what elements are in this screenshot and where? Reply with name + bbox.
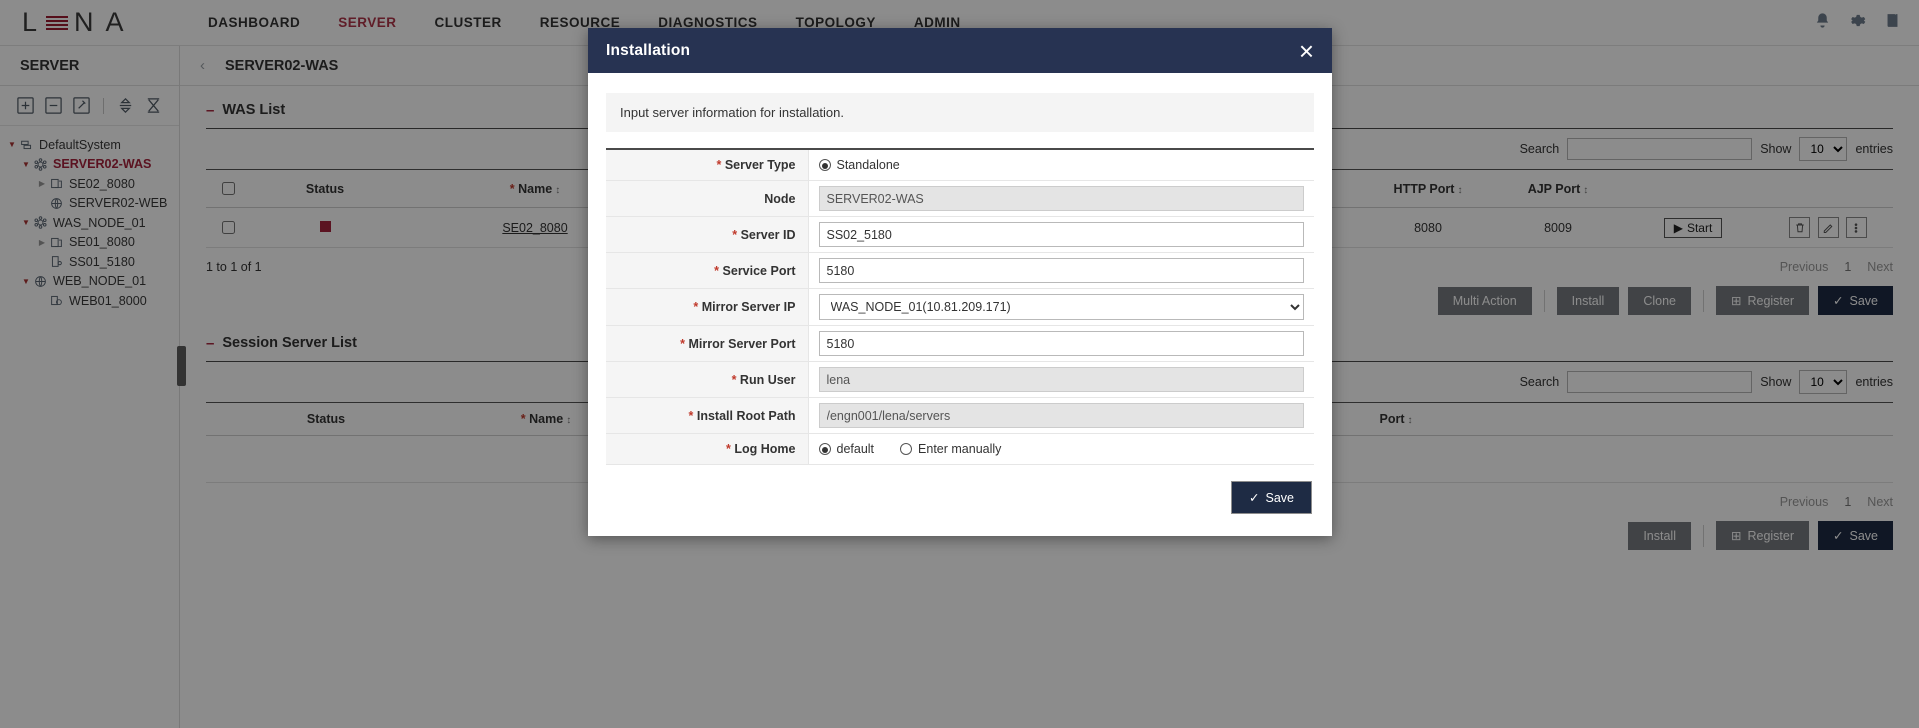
field-node xyxy=(808,181,1314,217)
label-server-id: * Server ID xyxy=(606,217,808,253)
radio-log-home-manual[interactable]: Enter manually xyxy=(900,442,1001,456)
form-row-service-port: * Service Port xyxy=(606,253,1314,289)
mirror-server-ip-select[interactable]: WAS_NODE_01(10.81.209.171) xyxy=(819,294,1305,320)
field-mirror-server-port xyxy=(808,326,1314,362)
dialog-body: Input server information for installatio… xyxy=(588,73,1332,536)
check-icon: ✓ xyxy=(1249,490,1259,505)
run-user-input xyxy=(819,367,1305,392)
label-mirror-server-ip: * Mirror Server IP xyxy=(606,289,808,326)
radio-on-icon xyxy=(819,443,831,455)
field-server-type: Standalone xyxy=(808,149,1314,181)
radio-standalone[interactable]: Standalone xyxy=(819,158,900,172)
label-install-root-path: * Install Root Path xyxy=(606,398,808,434)
dialog-instruction: Input server information for installatio… xyxy=(606,93,1314,132)
form-row-mirror-server-port: * Mirror Server Port xyxy=(606,326,1314,362)
field-mirror-server-ip: WAS_NODE_01(10.81.209.171) xyxy=(808,289,1314,326)
radio-log-home-default[interactable]: default xyxy=(819,442,875,456)
label-mirror-server-port: * Mirror Server Port xyxy=(606,326,808,362)
form-row-log-home: * Log Home default Enter manually xyxy=(606,434,1314,465)
form-row-node: Node xyxy=(606,181,1314,217)
close-icon[interactable]: × xyxy=(1299,38,1314,64)
field-server-id xyxy=(808,217,1314,253)
mirror-server-port-input[interactable] xyxy=(819,331,1305,356)
label-log-home: * Log Home xyxy=(606,434,808,465)
form-row-server-id: * Server ID xyxy=(606,217,1314,253)
form-row-run-user: * Run User xyxy=(606,362,1314,398)
form-row-mirror-server-ip: * Mirror Server IP WAS_NODE_01(10.81.209… xyxy=(606,289,1314,326)
dialog-header: Installation × xyxy=(588,28,1332,73)
install-root-path-input xyxy=(819,403,1305,428)
label-server-type: * Server Type xyxy=(606,149,808,181)
radio-off-icon xyxy=(900,443,912,455)
server-id-input[interactable] xyxy=(819,222,1305,247)
form-row-install-root-path: * Install Root Path xyxy=(606,398,1314,434)
field-service-port xyxy=(808,253,1314,289)
installation-form: * Server Type Standalone Node * xyxy=(606,148,1314,465)
form-row-server-type: * Server Type Standalone xyxy=(606,149,1314,181)
field-log-home: default Enter manually xyxy=(808,434,1314,465)
dialog-title: Installation xyxy=(606,42,690,60)
installation-dialog: Installation × Input server information … xyxy=(588,28,1332,536)
dialog-footer: ✓ Save xyxy=(606,465,1314,520)
field-run-user xyxy=(808,362,1314,398)
label-service-port: * Service Port xyxy=(606,253,808,289)
service-port-input[interactable] xyxy=(819,258,1305,283)
radio-on-icon xyxy=(819,159,831,171)
field-install-root-path xyxy=(808,398,1314,434)
label-node: Node xyxy=(606,181,808,217)
node-input xyxy=(819,186,1305,211)
dialog-save-button[interactable]: ✓ Save xyxy=(1231,481,1312,514)
label-run-user: * Run User xyxy=(606,362,808,398)
